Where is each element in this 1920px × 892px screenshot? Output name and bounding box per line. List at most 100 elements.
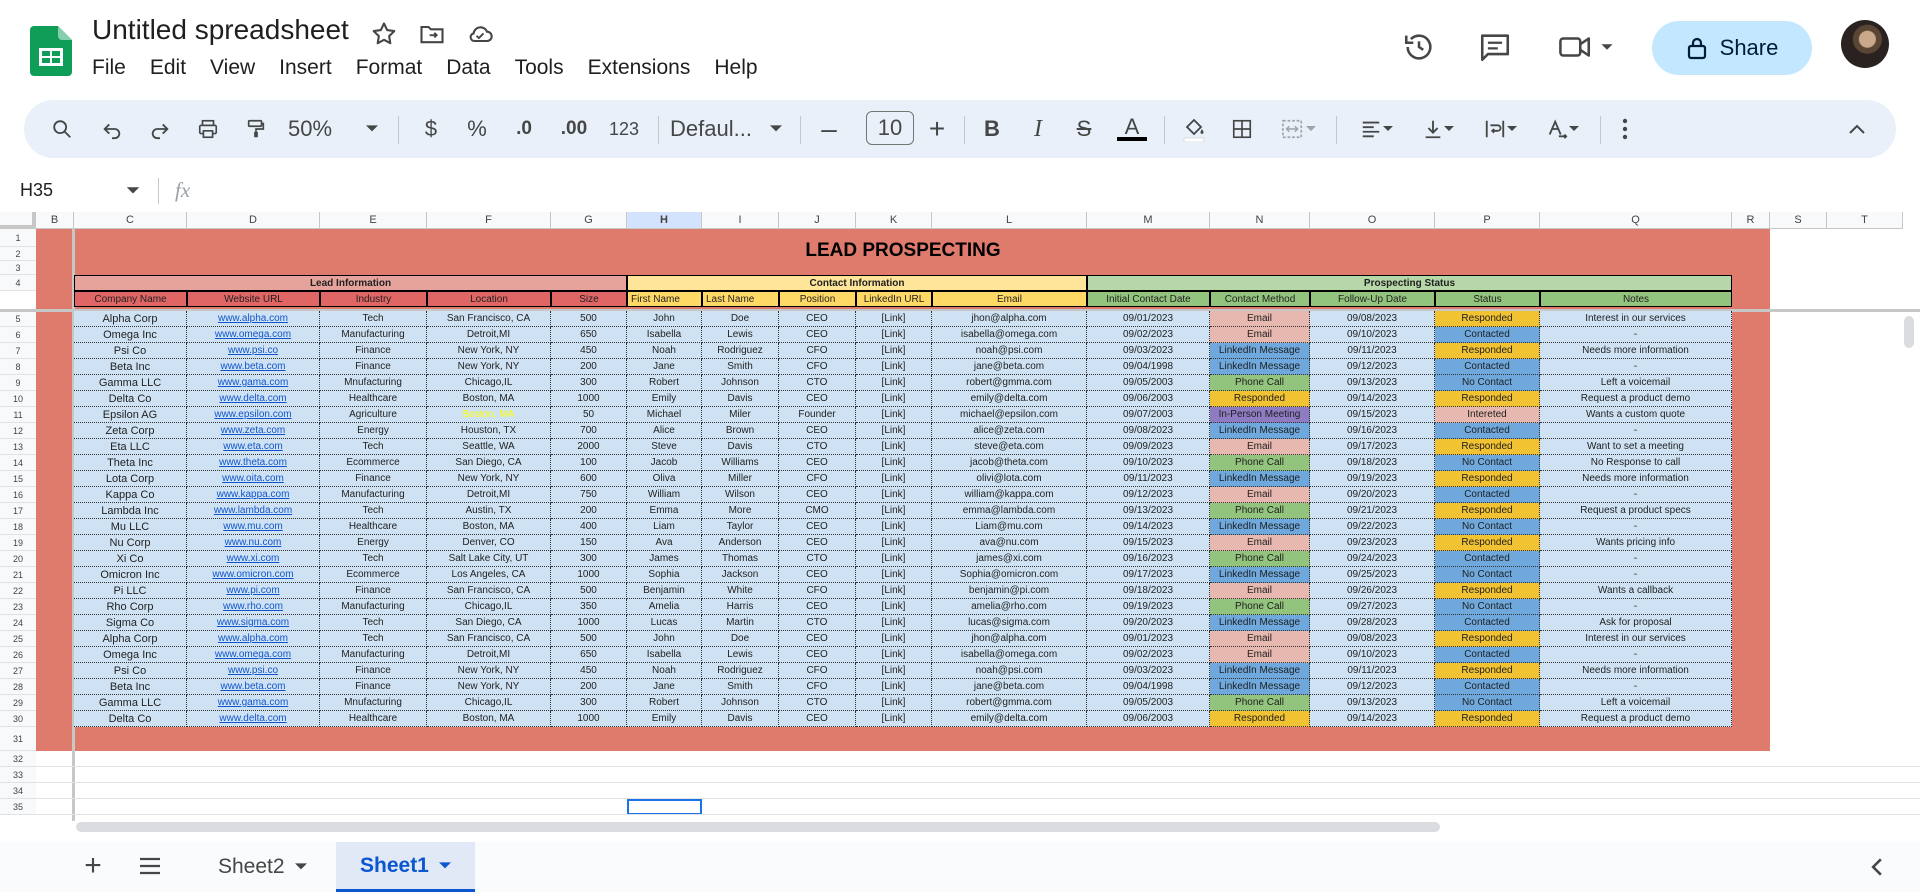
- table-cell[interactable]: Agriculture: [320, 407, 427, 423]
- contact-method-cell[interactable]: Email: [1210, 311, 1310, 327]
- status-cell[interactable]: No Contact: [1435, 455, 1540, 471]
- column-header[interactable]: T: [1827, 212, 1903, 229]
- table-cell[interactable]: Finance: [320, 343, 427, 359]
- table-cell[interactable]: Austin, TX: [427, 503, 551, 519]
- table-cell[interactable]: Wants pricing info: [1540, 535, 1732, 551]
- row-header[interactable]: 23: [0, 599, 36, 615]
- table-cell[interactable]: Lewis: [702, 327, 779, 343]
- table-cell[interactable]: CEO: [779, 519, 856, 535]
- row-header[interactable]: 21: [0, 567, 36, 583]
- linkedin-link[interactable]: [Link]: [856, 615, 932, 631]
- table-cell[interactable]: 09/17/2023: [1310, 439, 1435, 455]
- decrease-font-size-icon[interactable]: –: [814, 100, 844, 158]
- table-cell[interactable]: Energy: [320, 423, 427, 439]
- table-cell[interactable]: Noah: [627, 343, 702, 359]
- table-cell[interactable]: Chicago,IL: [427, 375, 551, 391]
- table-cell[interactable]: 09/11/2023: [1087, 471, 1210, 487]
- font-dropdown-icon[interactable]: [770, 124, 782, 134]
- status-cell[interactable]: No Contact: [1435, 567, 1540, 583]
- menu-extensions[interactable]: Extensions: [576, 56, 703, 80]
- table-cell[interactable]: Brown: [702, 423, 779, 439]
- linkedin-link[interactable]: [Link]: [856, 535, 932, 551]
- table-cell[interactable]: Emily: [627, 711, 702, 727]
- table-cell[interactable]: 09/02/2023: [1087, 647, 1210, 663]
- status-cell[interactable]: Contacted: [1435, 359, 1540, 375]
- contact-method-cell[interactable]: Phone Call: [1210, 503, 1310, 519]
- table-cell[interactable]: 200: [551, 503, 627, 519]
- table-cell[interactable]: Davis: [702, 439, 779, 455]
- table-cell[interactable]: CFO: [779, 471, 856, 487]
- row-header[interactable]: 15: [0, 471, 36, 487]
- table-cell[interactable]: Wants a callback: [1540, 583, 1732, 599]
- table-cell[interactable]: 350: [551, 599, 627, 615]
- table-cell[interactable]: Rodriguez: [702, 663, 779, 679]
- linkedin-link[interactable]: [Link]: [856, 631, 932, 647]
- table-cell[interactable]: Rodriguez: [702, 343, 779, 359]
- table-cell[interactable]: Salt Lake City, UT: [427, 551, 551, 567]
- table-cell[interactable]: -: [1540, 679, 1732, 695]
- website-link[interactable]: www.omega.com: [187, 647, 320, 663]
- name-box[interactable]: H35: [20, 180, 53, 201]
- table-cell[interactable]: Left a voicemail: [1540, 695, 1732, 711]
- table-cell[interactable]: 09/06/2003: [1087, 711, 1210, 727]
- table-cell[interactable]: 09/10/2023: [1310, 647, 1435, 663]
- table-cell[interactable]: amelia@rho.com: [932, 599, 1087, 615]
- column-header[interactable]: S: [1770, 212, 1827, 229]
- table-cell[interactable]: 700: [551, 423, 627, 439]
- table-cell[interactable]: CEO: [779, 631, 856, 647]
- table-cell[interactable]: Request a product demo: [1540, 391, 1732, 407]
- font-size-input[interactable]: 10: [866, 111, 914, 145]
- status-cell[interactable]: Responded: [1435, 311, 1540, 327]
- linkedin-link[interactable]: [Link]: [856, 663, 932, 679]
- column-header[interactable]: K: [856, 212, 932, 229]
- table-cell[interactable]: 50: [551, 407, 627, 423]
- table-cell[interactable]: Tech: [320, 503, 427, 519]
- table-cell[interactable]: Liam: [627, 519, 702, 535]
- table-cell[interactable]: 09/05/2003: [1087, 695, 1210, 711]
- table-cell[interactable]: 09/14/2023: [1087, 519, 1210, 535]
- merge-cells-icon[interactable]: [1270, 100, 1326, 158]
- company-name-cell[interactable]: Eta LLC: [74, 439, 187, 455]
- linkedin-link[interactable]: [Link]: [856, 711, 932, 727]
- table-cell[interactable]: steve@eta.com: [932, 439, 1087, 455]
- company-name-cell[interactable]: Lota Corp: [74, 471, 187, 487]
- formula-input[interactable]: [200, 178, 1880, 204]
- table-cell[interactable]: 09/11/2023: [1310, 343, 1435, 359]
- table-cell[interactable]: james@xi.com: [932, 551, 1087, 567]
- menu-format[interactable]: Format: [344, 56, 435, 80]
- table-cell[interactable]: 09/01/2023: [1087, 631, 1210, 647]
- table-cell[interactable]: 09/10/2023: [1087, 455, 1210, 471]
- table-cell[interactable]: Finance: [320, 583, 427, 599]
- move-folder-icon[interactable]: [418, 20, 446, 48]
- status-cell[interactable]: Contacted: [1435, 615, 1540, 631]
- status-cell[interactable]: No Contact: [1435, 519, 1540, 535]
- status-cell[interactable]: Responded: [1435, 391, 1540, 407]
- table-cell[interactable]: Chicago,IL: [427, 599, 551, 615]
- table-cell[interactable]: emily@delta.com: [932, 711, 1087, 727]
- table-cell[interactable]: -: [1540, 359, 1732, 375]
- row-header[interactable]: 30: [0, 711, 36, 727]
- website-link[interactable]: www.pi.com: [187, 583, 320, 599]
- table-cell[interactable]: 09/03/2023: [1087, 343, 1210, 359]
- table-cell[interactable]: Needs more information: [1540, 663, 1732, 679]
- table-cell[interactable]: robert@gmma.com: [932, 375, 1087, 391]
- table-cell[interactable]: Thomas: [702, 551, 779, 567]
- table-cell[interactable]: 09/16/2023: [1087, 551, 1210, 567]
- table-cell[interactable]: White: [702, 583, 779, 599]
- contact-method-cell[interactable]: Email: [1210, 487, 1310, 503]
- zoom-select[interactable]: 50%: [288, 100, 348, 158]
- contact-method-cell[interactable]: Email: [1210, 439, 1310, 455]
- column-header[interactable]: P: [1435, 212, 1540, 229]
- linkedin-link[interactable]: [Link]: [856, 679, 932, 695]
- table-cell[interactable]: More: [702, 503, 779, 519]
- table-cell[interactable]: Alice: [627, 423, 702, 439]
- row-header[interactable]: 2: [0, 247, 36, 261]
- table-cell[interactable]: CEO: [779, 487, 856, 503]
- website-link[interactable]: www.kappa.com: [187, 487, 320, 503]
- table-cell[interactable]: Tech: [320, 551, 427, 567]
- table-cell[interactable]: Jacob: [627, 455, 702, 471]
- website-link[interactable]: www.omega.com: [187, 327, 320, 343]
- website-link[interactable]: www.mu.com: [187, 519, 320, 535]
- table-cell[interactable]: CFO: [779, 663, 856, 679]
- table-cell[interactable]: Chicago,IL: [427, 695, 551, 711]
